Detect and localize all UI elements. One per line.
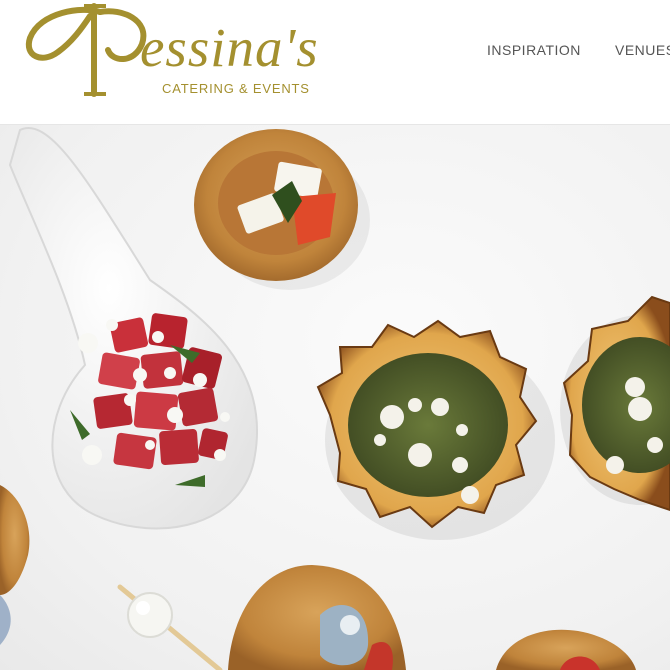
- left-edge-appetizer: [0, 485, 30, 645]
- bottom-right-appetizer: [496, 629, 636, 670]
- site-header: essina's CATERING & EVENTS INSPIRATION V…: [0, 0, 670, 125]
- nav-item-venues[interactable]: VENUES: [615, 42, 670, 58]
- phyllo-cup-right-appetizer: [562, 295, 670, 512]
- crust-cup-appetizer: [194, 129, 358, 281]
- skewer-appetizer: [117, 584, 223, 670]
- hero-food-photo: [0, 125, 670, 670]
- brand-tagline: CATERING & EVENTS: [162, 81, 310, 96]
- main-nav: INSPIRATION VENUES: [0, 42, 670, 62]
- bottom-crust-appetizer: [228, 565, 406, 670]
- nav-item-inspiration[interactable]: INSPIRATION: [487, 42, 581, 58]
